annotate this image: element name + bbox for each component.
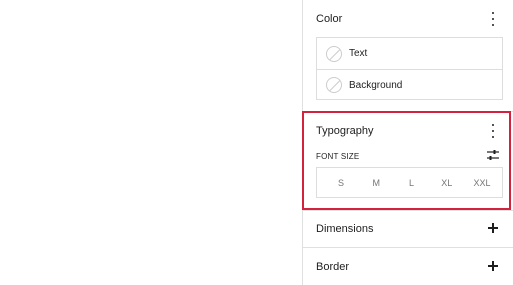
typography-panel-options-icon[interactable]: [487, 124, 499, 138]
font-size-l[interactable]: L: [395, 178, 429, 188]
typography-panel-title: Typography: [316, 125, 374, 137]
dimensions-panel-title[interactable]: Dimensions: [316, 223, 373, 235]
color-item-label: Text: [349, 48, 368, 59]
block-settings-sidebar: Color Text Background Typography FONT SI…: [302, 0, 513, 285]
font-size-xl[interactable]: XL: [430, 178, 464, 188]
font-size-picker: S M L XL XXL: [316, 167, 503, 198]
dimensions-add-icon[interactable]: [488, 223, 498, 233]
sliders-settings-icon[interactable]: [487, 149, 499, 161]
panel-divider: [303, 111, 513, 112]
color-item-background[interactable]: Background: [317, 69, 502, 100]
font-size-label: FONT SIZE: [316, 152, 360, 161]
swatch-empty-icon: [326, 45, 342, 62]
color-item-text[interactable]: Text: [317, 38, 502, 69]
swatch-empty-icon: [326, 77, 342, 93]
border-panel-title[interactable]: Border: [316, 261, 349, 273]
font-size-xxl[interactable]: XXL: [465, 178, 499, 188]
font-size-m[interactable]: M: [359, 178, 393, 188]
panel-divider: [303, 247, 513, 248]
color-panel-options-icon[interactable]: [487, 12, 499, 26]
editor-canvas[interactable]: [0, 0, 302, 285]
color-panel-title: Color: [316, 13, 343, 25]
font-size-s[interactable]: S: [324, 178, 358, 188]
color-list: Text Background: [316, 37, 503, 100]
border-add-icon[interactable]: [488, 261, 498, 271]
color-item-label: Background: [349, 79, 403, 91]
panel-divider: [303, 210, 513, 211]
